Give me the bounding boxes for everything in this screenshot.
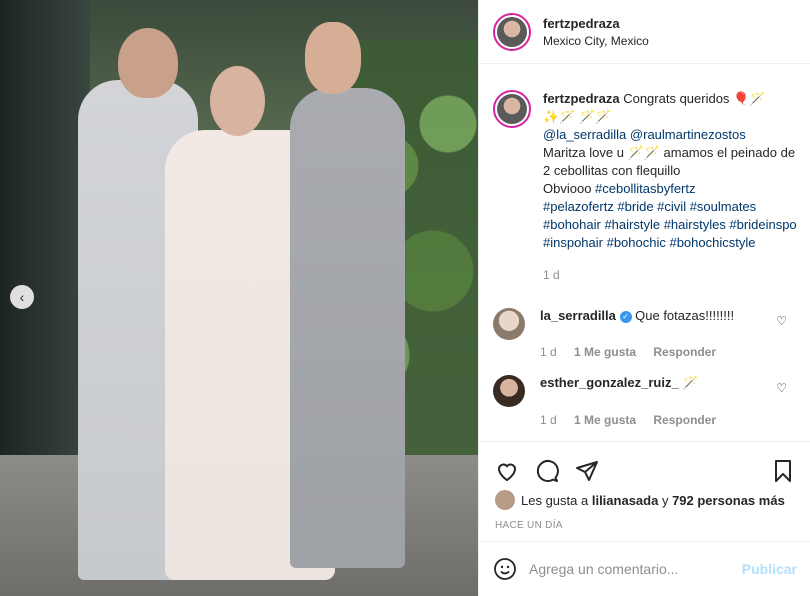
verified-icon: ✓ [619, 310, 632, 323]
comment-age: 1 d [540, 413, 557, 427]
avatar[interactable] [493, 12, 531, 51]
likes-user[interactable]: lilianasada [592, 493, 658, 508]
post-username[interactable]: fertzpedraza [543, 16, 649, 31]
comment-icon[interactable] [535, 459, 559, 483]
caption-age: 1 d [543, 268, 560, 282]
heart-icon[interactable] [495, 459, 519, 483]
heart-icon[interactable]: ♡ [776, 314, 787, 328]
avatar [495, 490, 515, 510]
previous-photo-button[interactable]: ‹ [10, 285, 34, 309]
likes-prefix: Les gusta a [521, 492, 589, 508]
emoji-icon[interactable] [493, 557, 517, 581]
mention-link[interactable]: @la_serradilla [543, 127, 626, 142]
add-comment-bar: Publicar [479, 541, 810, 596]
avatar[interactable] [493, 375, 525, 407]
comment-username[interactable]: la_serradilla [540, 308, 616, 323]
comments-list[interactable]: fertzpedraza Congrats queridos 🎈🪄 ✨🪄 🪄🪄 … [479, 64, 810, 441]
reply-button[interactable]: Responder [653, 413, 716, 427]
post-timestamp: HACE UN DÍA [495, 520, 563, 531]
caption-line1b: ✨🪄 🪄🪄 [543, 109, 612, 124]
comment-input[interactable] [529, 561, 729, 577]
comment-username[interactable]: esther_gonzalez_ruiz_ [540, 375, 679, 390]
heart-icon[interactable]: ♡ [776, 381, 787, 395]
avatar[interactable] [493, 308, 525, 340]
post-actions: Les gusta a lilianasada y 792 personas m… [479, 441, 810, 541]
caption-line1: Congrats queridos 🎈🪄 [623, 91, 766, 106]
chevron-left-icon: ‹ [19, 288, 25, 305]
comment-age: 1 d [540, 345, 557, 359]
reply-button[interactable]: Responder [653, 345, 716, 359]
share-icon[interactable] [575, 459, 599, 483]
caption-username[interactable]: fertzpedraza [543, 91, 620, 106]
avatar[interactable] [493, 90, 531, 128]
photo-wall [0, 0, 90, 470]
likes-summary: Les gusta a lilianasada y 792 personas m… [479, 490, 810, 510]
photo-person-right [290, 88, 405, 568]
comment-item: esther_gonzalez_ruiz_ 🪄 1 d 1 Me gusta R… [479, 375, 810, 427]
caption-text2: Obviooo [543, 181, 592, 196]
comment-text: 🪄 [682, 375, 699, 390]
comment-likes[interactable]: 1 Me gusta [574, 345, 636, 359]
mention-link[interactable]: @raulmartinezostos [630, 127, 746, 142]
post-side-panel: fertzpedraza Mexico City, Mexico fertzpe… [478, 0, 810, 596]
caption: fertzpedraza Congrats queridos 🎈🪄 ✨🪄 🪄🪄 … [479, 64, 810, 284]
bookmark-icon[interactable] [771, 459, 795, 483]
post-header: fertzpedraza Mexico City, Mexico [479, 0, 810, 64]
comment-text: Que fotazas!!!!!!!! [635, 308, 735, 323]
comment-item: la_serradilla ✓ Que fotazas!!!!!!!! 1 d … [479, 308, 810, 359]
comment-likes[interactable]: 1 Me gusta [574, 413, 636, 427]
photo-person-right-head [305, 22, 361, 94]
hashtag-link[interactable]: #cebollitasbyfertz [595, 181, 695, 196]
post-photo[interactable]: ‹ [0, 0, 478, 596]
likes-count[interactable]: 792 personas más [672, 493, 785, 508]
publish-button[interactable]: Publicar [742, 561, 797, 577]
photo-bride-head [210, 66, 265, 136]
likes-mid: y [658, 492, 673, 508]
hashtags-links[interactable]: #pelazofertz #bride #civil #soulmates #b… [543, 199, 797, 250]
post-location[interactable]: Mexico City, Mexico [543, 34, 649, 48]
caption-text: Maritza love u 🪄🪄 amamos el peinado de 2… [543, 145, 796, 178]
photo-person-left-head [118, 28, 178, 98]
